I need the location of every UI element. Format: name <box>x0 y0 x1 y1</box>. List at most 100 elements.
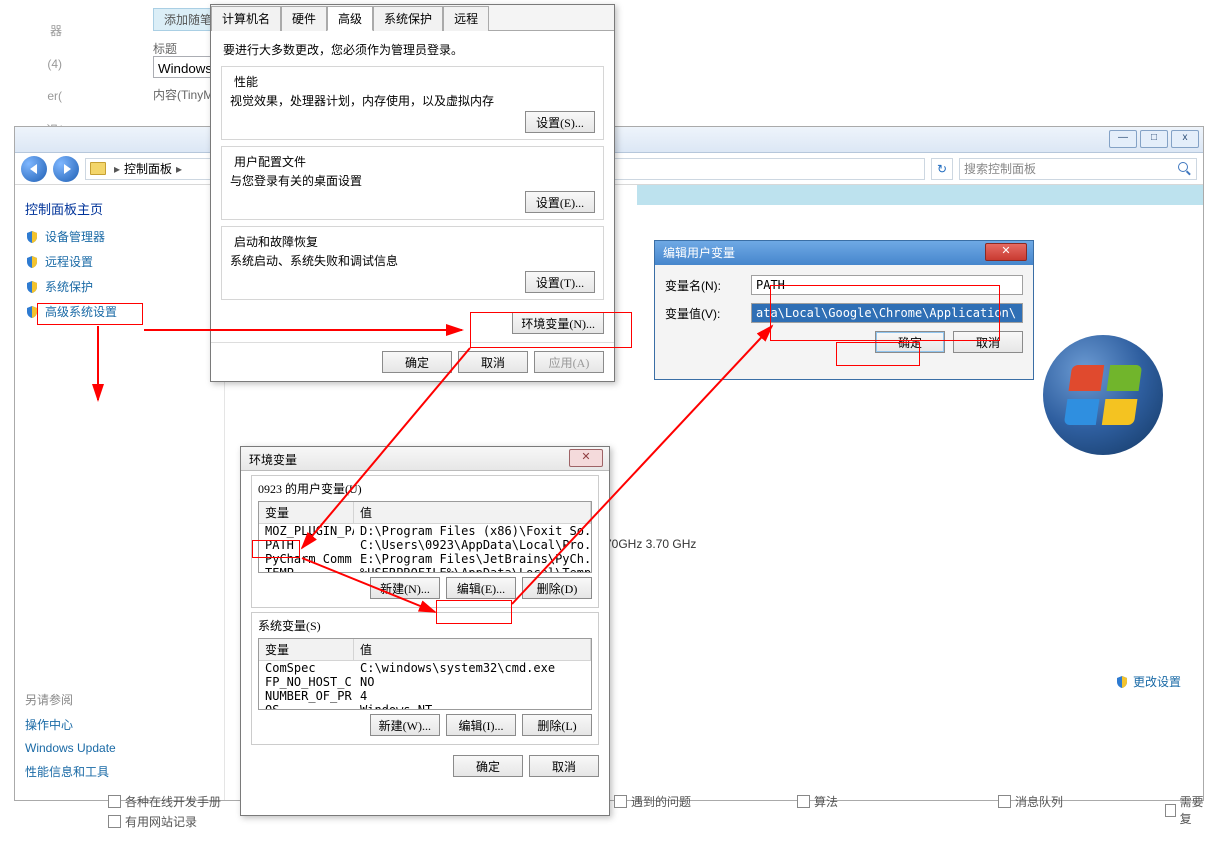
perf-desc: 视觉效果，处理器计划，内存使用，以及虚拟内存 <box>230 92 595 109</box>
cell: C:\windows\system32\cmd.exe <box>354 661 591 675</box>
startup-group: 启动和故障恢复 系统启动、系统失败和调试信息 设置(T)... <box>221 226 604 300</box>
userprofile-desc: 与您登录有关的桌面设置 <box>230 172 595 189</box>
search-input[interactable]: 搜索控制面板 <box>959 158 1197 180</box>
checkbox-label: 有用网站记录 <box>125 813 197 830</box>
sidebar-item-remote[interactable]: 远程设置 <box>25 253 214 270</box>
breadcrumb-sep: ▸ <box>176 162 182 176</box>
checkbox-row[interactable]: 算法 <box>797 793 838 810</box>
checkbox-row[interactable]: 消息队列 <box>998 793 1063 810</box>
user-delete-button[interactable]: 删除(D) <box>522 577 592 599</box>
minimize-button[interactable]: — <box>1109 130 1137 148</box>
checkbox-icon[interactable] <box>108 815 121 828</box>
gutter-text: er( <box>4 89 66 103</box>
table-row[interactable]: PyCharm Comm...E:\Program Files\JetBrain… <box>259 552 591 566</box>
close-button[interactable]: ✕ <box>569 449 603 467</box>
cell: MOZ_PLUGIN_PATH <box>259 524 354 538</box>
sidebar-title: 控制面板主页 <box>25 199 214 218</box>
checkbox-icon[interactable] <box>797 795 810 808</box>
env-vars-title: 环境变量 <box>249 453 297 467</box>
cell: E:\Program Files\JetBrains\PyCh... <box>354 552 591 566</box>
link-perf-info[interactable]: 性能信息和工具 <box>25 763 214 780</box>
var-value-label: 变量值(V): <box>665 305 741 322</box>
var-name-input[interactable] <box>751 275 1023 295</box>
col-value: 值 <box>354 502 591 523</box>
user-new-button[interactable]: 新建(N)... <box>370 577 440 599</box>
perf-settings-button[interactable]: 设置(S)... <box>525 111 595 133</box>
link-windows-update[interactable]: Windows Update <box>25 741 214 755</box>
user-edit-button[interactable]: 编辑(E)... <box>446 577 516 599</box>
sidebar-item-advanced[interactable]: 高级系统设置 <box>25 303 214 320</box>
sidebar-item-device-manager[interactable]: 设备管理器 <box>25 228 214 245</box>
tab-hardware[interactable]: 硬件 <box>281 6 327 31</box>
tab-remote[interactable]: 远程 <box>443 6 489 31</box>
var-value-input[interactable] <box>751 303 1023 323</box>
table-row[interactable]: ComSpecC:\windows\system32\cmd.exe <box>259 661 591 675</box>
cell: Windows NT <box>354 703 591 710</box>
tab-computer-name[interactable]: 计算机名 <box>211 6 281 31</box>
sidebar-item-label: 设备管理器 <box>45 228 105 245</box>
title-label: 标题 <box>153 40 177 57</box>
admin-note: 要进行大多数更改，您必须作为管理员登录。 <box>223 41 602 58</box>
sys-vars-table[interactable]: 变量值 ComSpecC:\windows\system32\cmd.exe F… <box>258 638 592 710</box>
checkbox-icon[interactable] <box>108 795 121 808</box>
close-button[interactable]: ✕ <box>985 243 1027 261</box>
checkbox-row[interactable]: 遇到的问题 <box>614 793 691 810</box>
table-row[interactable]: TEMP%USERPROFILE%\AppData\Local\Temp <box>259 566 591 573</box>
sys-edit-button[interactable]: 编辑(I)... <box>446 714 516 736</box>
tab-protection[interactable]: 系统保护 <box>373 6 443 31</box>
back-button[interactable] <box>21 156 47 182</box>
user-vars-table[interactable]: 变量值 MOZ_PLUGIN_PATHD:\Program Files (x86… <box>258 501 592 573</box>
apply-button[interactable]: 应用(A) <box>534 351 604 373</box>
sidebar-item-label: 高级系统设置 <box>45 303 117 320</box>
see-also-label: 另请参阅 <box>25 691 214 708</box>
table-row[interactable]: NUMBER_OF_PR...4 <box>259 689 591 703</box>
cancel-button[interactable]: 取消 <box>953 331 1023 353</box>
cpu-info-text: 70GHz 3.70 GHz <box>605 537 696 551</box>
col-variable: 变量 <box>259 502 354 523</box>
checkbox-row[interactable]: 有用网站记录 <box>108 813 197 830</box>
table-row[interactable]: MOZ_PLUGIN_PATHD:\Program Files (x86)\Fo… <box>259 524 591 538</box>
checkbox-icon[interactable] <box>614 795 627 808</box>
forward-button[interactable] <box>53 156 79 182</box>
cancel-button[interactable]: 取消 <box>529 755 599 777</box>
sys-new-button[interactable]: 新建(W)... <box>370 714 440 736</box>
table-row[interactable]: OSWindows NT <box>259 703 591 710</box>
table-row[interactable]: FP_NO_HOST_C...NO <box>259 675 591 689</box>
env-vars-titlebar[interactable]: 环境变量 ✕ <box>241 447 609 471</box>
startup-settings-button[interactable]: 设置(T)... <box>525 271 595 293</box>
cell: ComSpec <box>259 661 354 675</box>
ok-button[interactable]: 确定 <box>382 351 452 373</box>
cancel-button[interactable]: 取消 <box>458 351 528 373</box>
ok-button[interactable]: 确定 <box>453 755 523 777</box>
close-button[interactable]: x <box>1171 130 1199 148</box>
edit-var-titlebar[interactable]: 编辑用户变量 ✕ <box>655 241 1033 265</box>
sidebar-item-protection[interactable]: 系统保护 <box>25 278 214 295</box>
link-action-center[interactable]: 操作中心 <box>25 716 214 733</box>
refresh-button[interactable]: ↻ <box>931 158 953 180</box>
userprofile-settings-button[interactable]: 设置(E)... <box>525 191 595 213</box>
env-vars-dialog: 环境变量 ✕ 0923 的用户变量(U) 变量值 MOZ_PLUGIN_PATH… <box>240 446 610 816</box>
cell: C:\Users\0923\AppData\Local\Pro... <box>354 538 591 552</box>
checkbox-row[interactable]: 需要复 <box>1165 793 1208 827</box>
checkbox-icon[interactable] <box>1165 804 1176 817</box>
change-settings-label: 更改设置 <box>1133 673 1181 690</box>
checkbox-icon[interactable] <box>998 795 1011 808</box>
table-row[interactable]: PATHC:\Users\0923\AppData\Local\Pro... <box>259 538 591 552</box>
cell: OS <box>259 703 354 710</box>
checkbox-label: 需要复 <box>1180 793 1208 827</box>
env-vars-button[interactable]: 环境变量(N)... <box>512 312 604 334</box>
cell: NUMBER_OF_PR... <box>259 689 354 703</box>
checkbox-label: 算法 <box>814 793 838 810</box>
col-variable: 变量 <box>259 639 354 660</box>
search-icon <box>1178 162 1192 176</box>
edit-var-title: 编辑用户变量 <box>663 246 735 260</box>
breadcrumb-item[interactable]: 控制面板 <box>124 160 172 177</box>
ok-button[interactable]: 确定 <box>875 331 945 353</box>
startup-desc: 系统启动、系统失败和调试信息 <box>230 252 595 269</box>
change-settings-link[interactable]: 更改设置 <box>1115 673 1181 690</box>
search-placeholder: 搜索控制面板 <box>964 160 1036 177</box>
maximize-button[interactable]: □ <box>1140 130 1168 148</box>
sys-delete-button[interactable]: 删除(L) <box>522 714 592 736</box>
checkbox-row[interactable]: 各种在线开发手册 <box>108 793 221 810</box>
tab-advanced[interactable]: 高级 <box>327 6 373 31</box>
